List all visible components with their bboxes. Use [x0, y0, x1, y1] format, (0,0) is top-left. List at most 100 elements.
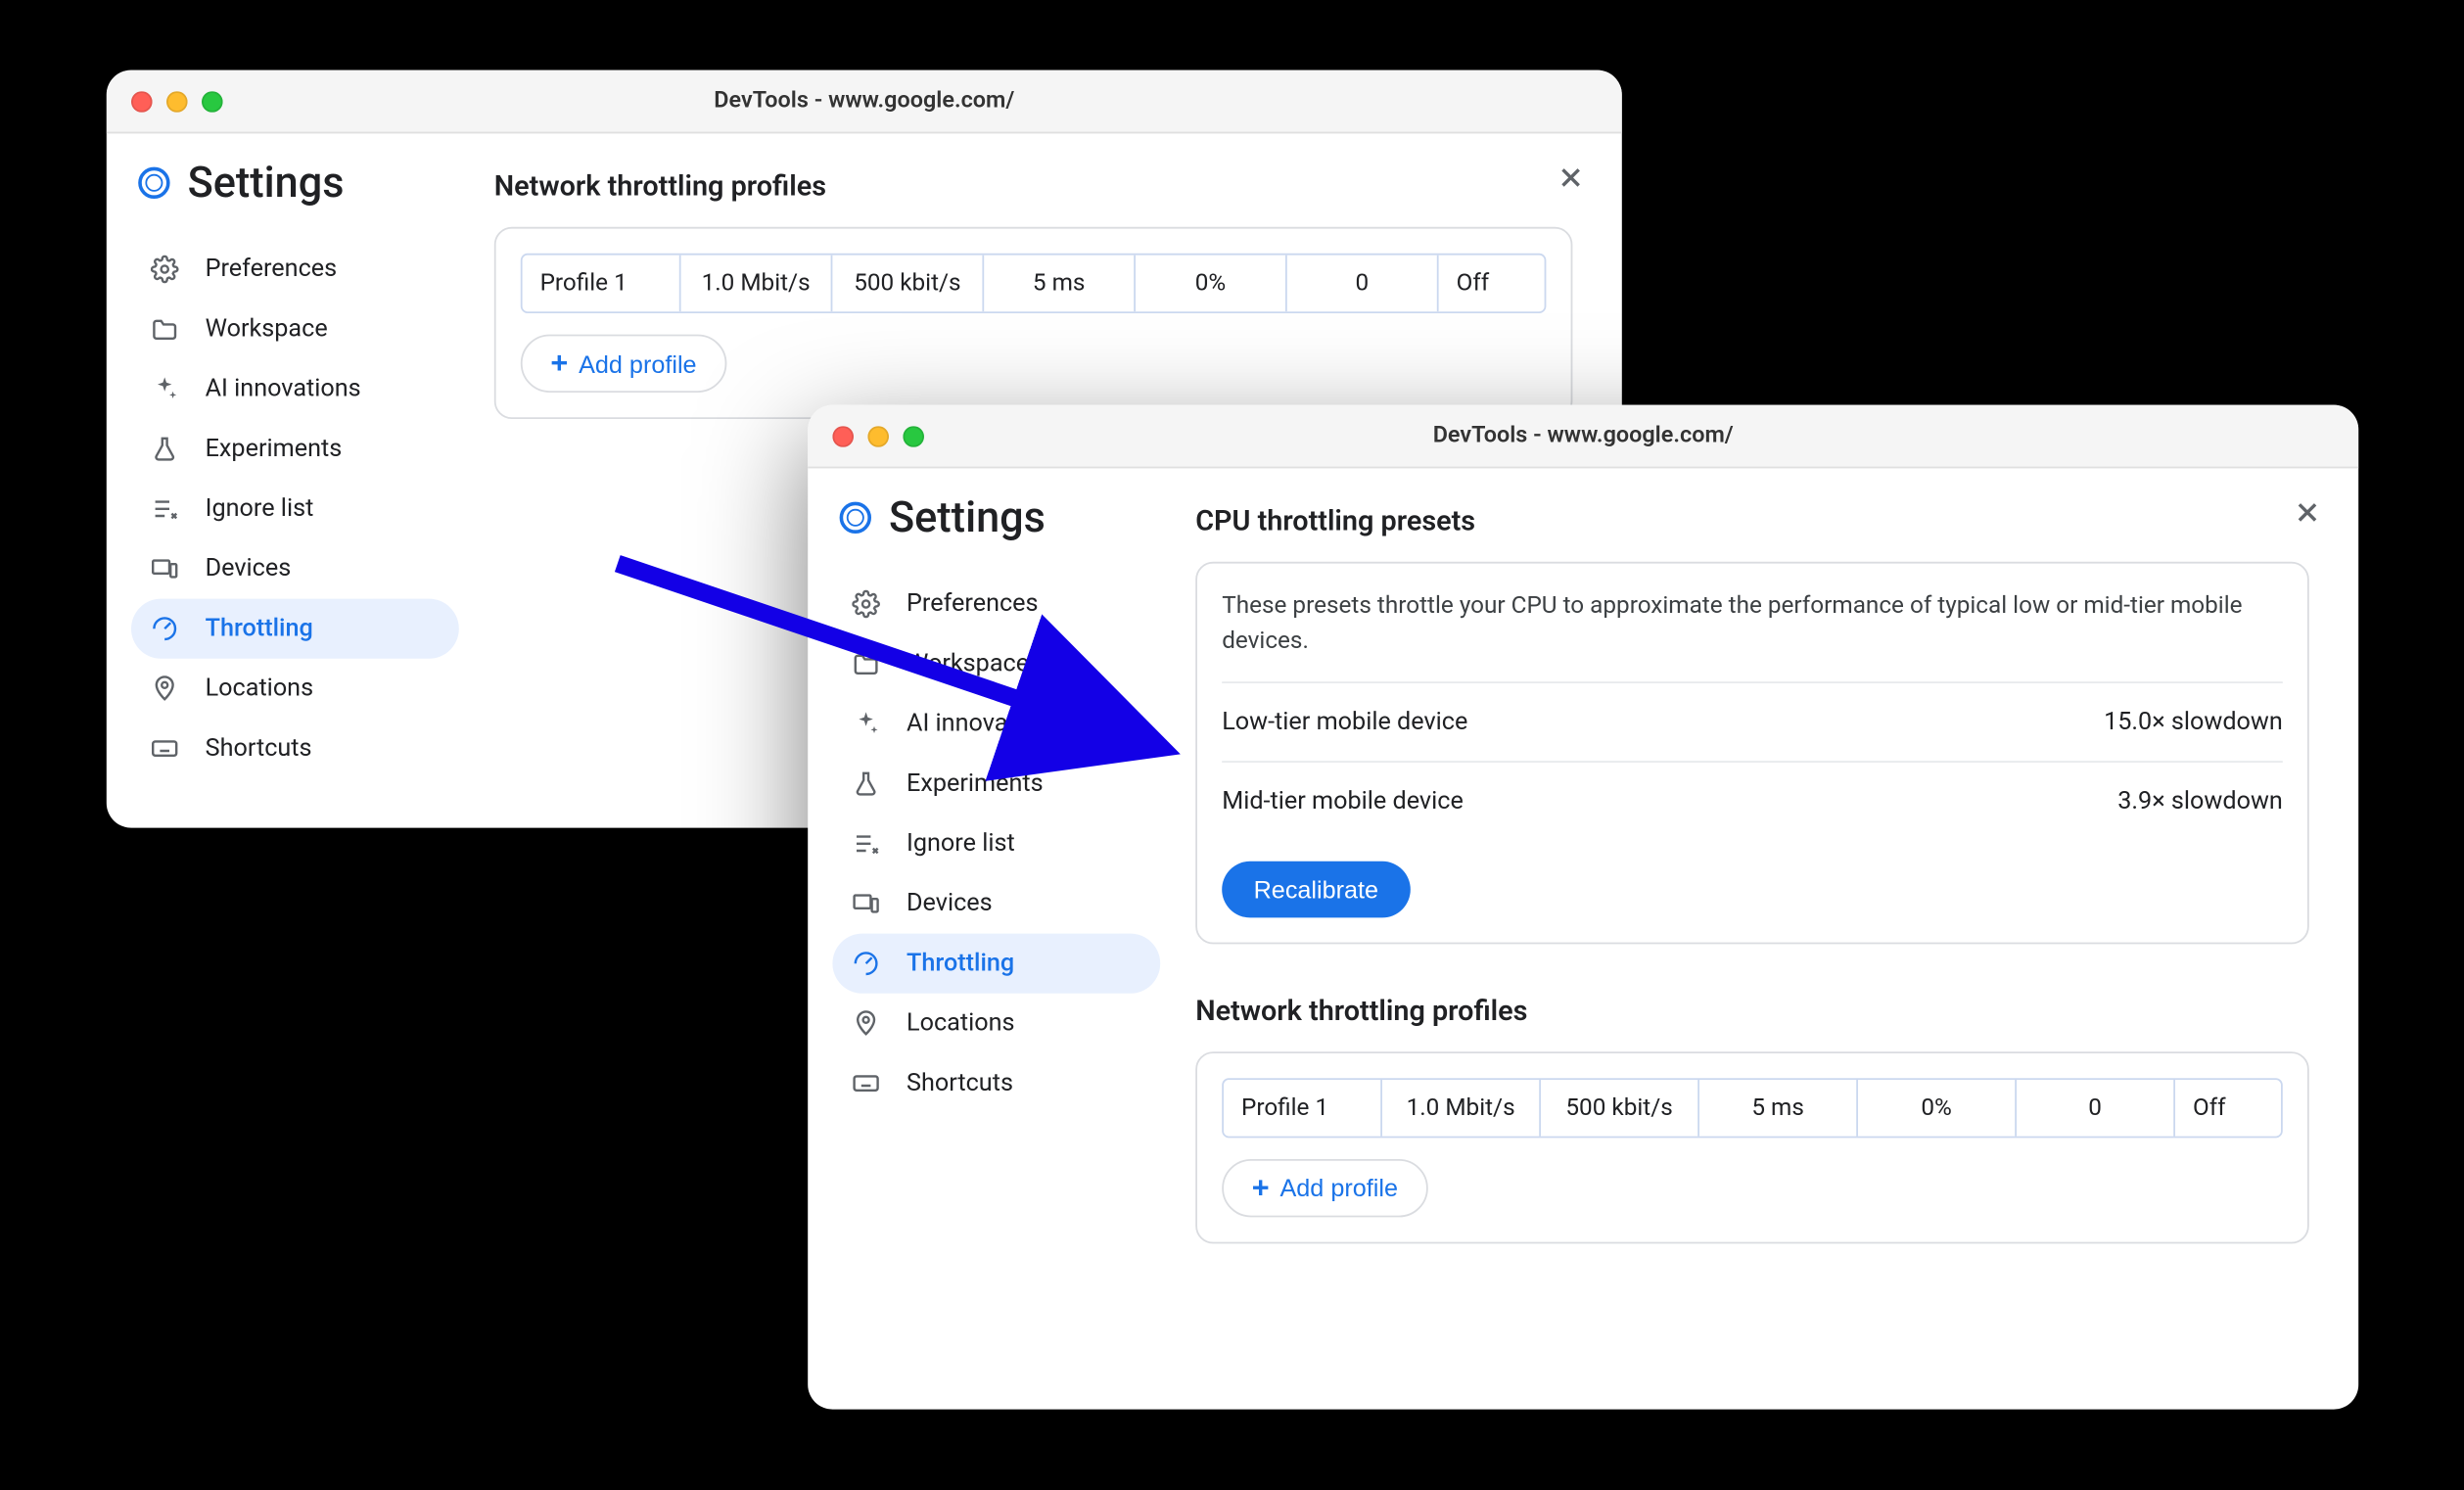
profile-latency: 5 ms [1699, 1079, 1858, 1136]
minimize-traffic-light[interactable] [867, 425, 889, 446]
sidebar-item-label: Experiments [907, 769, 1044, 798]
sidebar-item-label: Preferences [907, 589, 1039, 618]
profile-queue: 0 [1286, 255, 1438, 311]
devtools-icon [138, 166, 169, 198]
profile-row[interactable]: Profile 1 1.0 Mbit/s 500 kbit/s 5 ms 0% … [520, 253, 1546, 312]
sidebar-item-label: Shortcuts [205, 734, 311, 763]
settings-heading: Settings [889, 492, 1046, 541]
ignore-list-icon [850, 829, 881, 858]
sidebar-item-workspace[interactable]: Workspace [131, 299, 459, 358]
settings-sidebar: Settings Preferences Workspace [106, 133, 476, 827]
add-profile-button[interactable]: + Add profile [520, 334, 725, 392]
sidebar-item-label: Ignore list [205, 494, 313, 523]
add-profile-button[interactable]: + Add profile [1222, 1158, 1427, 1216]
sidebar-item-throttling[interactable]: Throttling [832, 933, 1160, 993]
sidebar-item-label: AI innovations [907, 710, 1062, 738]
sidebar-item-label: Experiments [205, 435, 342, 463]
add-profile-label: Add profile [579, 349, 696, 377]
sidebar-item-workspace[interactable]: Workspace [832, 633, 1160, 693]
sidebar-item-preferences[interactable]: Preferences [832, 574, 1160, 633]
section-title-cpu: CPU throttling presets [1195, 503, 2309, 536]
zoom-traffic-light[interactable] [202, 90, 223, 112]
profile-queue: 0 [2017, 1079, 2175, 1136]
profile-state: Off [2175, 1079, 2281, 1136]
profile-loss: 0% [1858, 1079, 2017, 1136]
close-icon[interactable] [1555, 162, 1586, 193]
devices-icon [149, 556, 180, 581]
sidebar-item-locations[interactable]: Locations [832, 993, 1160, 1052]
sidebar-item-ai[interactable]: AI innovations [832, 693, 1160, 753]
sidebar-item-label: Shortcuts [907, 1069, 1013, 1097]
minimize-traffic-light[interactable] [166, 90, 188, 112]
sidebar-item-label: Workspace [205, 314, 327, 343]
keyboard-icon [850, 1072, 881, 1094]
sidebar-item-label: Devices [907, 889, 993, 917]
sidebar-item-devices[interactable]: Devices [131, 538, 459, 598]
preset-value: 15.0× slowdown [2104, 707, 2283, 735]
sidebar-item-label: Locations [205, 675, 313, 703]
profile-name: Profile 1 [1224, 1079, 1382, 1136]
sidebar-item-experiments[interactable]: Experiments [832, 754, 1160, 814]
sidebar-item-locations[interactable]: Locations [131, 658, 459, 718]
recalibrate-button[interactable]: Recalibrate [1222, 860, 1410, 916]
devtools-icon [839, 501, 870, 533]
sidebar-item-label: Throttling [205, 614, 312, 642]
sidebar-item-preferences[interactable]: Preferences [131, 239, 459, 299]
titlebar[interactable]: DevTools - www.google.com/ [808, 404, 2358, 468]
gear-icon [850, 589, 881, 618]
sidebar-item-ai[interactable]: AI innovations [131, 358, 459, 418]
settings-heading: Settings [187, 158, 344, 207]
sidebar-item-label: Ignore list [907, 829, 1015, 858]
folder-icon [149, 316, 180, 341]
preset-low-tier: Low-tier mobile device 15.0× slowdown [1222, 680, 2283, 760]
sidebar-item-devices[interactable]: Devices [832, 873, 1160, 933]
sidebar-item-label: Devices [205, 554, 291, 582]
close-traffic-light[interactable] [832, 425, 854, 446]
cpu-presets-card: These presets throttle your CPU to appro… [1195, 561, 2309, 943]
settings-sidebar: Settings Preferences Workspace [808, 468, 1178, 1409]
close-traffic-light[interactable] [131, 90, 153, 112]
sidebar-item-experiments[interactable]: Experiments [131, 419, 459, 479]
pin-icon [149, 675, 180, 703]
sparkle-icon [850, 710, 881, 738]
titlebar[interactable]: DevTools - www.google.com/ [106, 70, 1621, 133]
cpu-presets-description: These presets throttle your CPU to appro… [1222, 587, 2283, 679]
sidebar-item-ignore[interactable]: Ignore list [131, 479, 459, 538]
sidebar-item-label: AI innovations [205, 375, 360, 403]
sidebar-item-throttling[interactable]: Throttling [131, 598, 459, 658]
profile-upload: 500 kbit/s [832, 255, 984, 311]
devices-icon [850, 891, 881, 915]
profile-state: Off [1438, 255, 1544, 311]
sidebar-item-label: Throttling [907, 949, 1014, 977]
close-icon[interactable] [2291, 496, 2322, 528]
profile-download: 1.0 Mbit/s [680, 255, 832, 311]
network-profiles-card: Profile 1 1.0 Mbit/s 500 kbit/s 5 ms 0% … [493, 226, 1572, 418]
profile-row[interactable]: Profile 1 1.0 Mbit/s 500 kbit/s 5 ms 0% … [1222, 1077, 2283, 1137]
sidebar-item-shortcuts[interactable]: Shortcuts [131, 719, 459, 778]
window-title: DevTools - www.google.com/ [808, 422, 2358, 448]
profile-name: Profile 1 [522, 255, 680, 311]
keyboard-icon [149, 737, 180, 759]
pin-icon [850, 1009, 881, 1038]
profile-loss: 0% [1136, 255, 1287, 311]
folder-icon [850, 651, 881, 675]
sidebar-item-ignore[interactable]: Ignore list [832, 814, 1160, 873]
profile-download: 1.0 Mbit/s [1382, 1079, 1541, 1136]
plus-icon: + [550, 349, 568, 379]
sparkle-icon [149, 375, 180, 403]
gauge-icon [850, 949, 881, 977]
plus-icon: + [1251, 1172, 1269, 1202]
zoom-traffic-light[interactable] [903, 425, 924, 446]
profile-upload: 500 kbit/s [1541, 1079, 1699, 1136]
flask-icon [149, 435, 180, 463]
network-profiles-card: Profile 1 1.0 Mbit/s 500 kbit/s 5 ms 0% … [1195, 1050, 2309, 1242]
section-title-network: Network throttling profiles [493, 168, 1572, 202]
gear-icon [149, 255, 180, 283]
preset-mid-tier: Mid-tier mobile device 3.9× slowdown [1222, 760, 2283, 839]
main-content: CPU throttling presets These presets thr… [1178, 468, 2358, 1409]
preset-label: Low-tier mobile device [1222, 707, 1467, 735]
sidebar-item-shortcuts[interactable]: Shortcuts [832, 1053, 1160, 1113]
devtools-window-after: DevTools - www.google.com/ Settings Pref… [808, 404, 2358, 1409]
preset-label: Mid-tier mobile device [1222, 786, 1464, 815]
profile-latency: 5 ms [984, 255, 1136, 311]
